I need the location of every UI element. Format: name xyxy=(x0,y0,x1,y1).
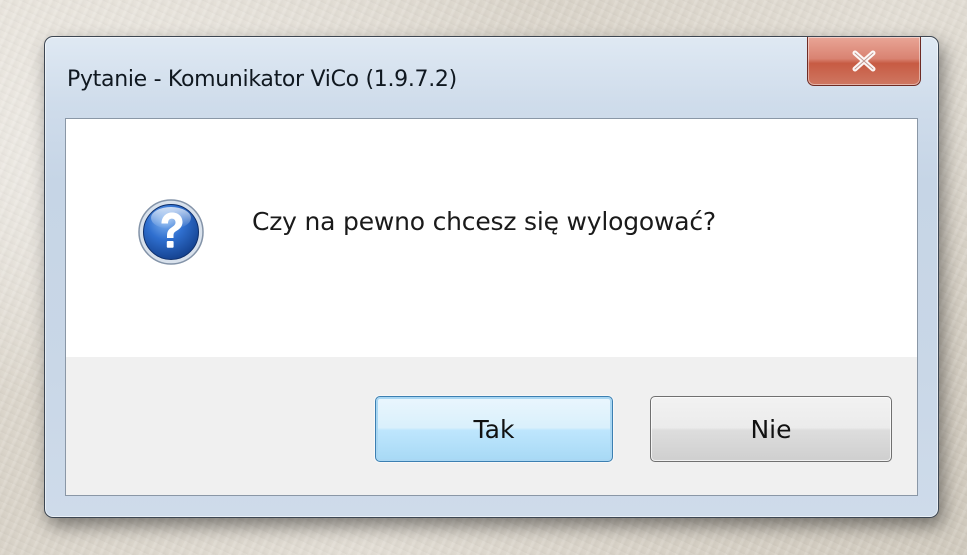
question-icon xyxy=(138,199,204,265)
yes-button[interactable]: Tak xyxy=(375,396,613,462)
no-button-label: Nie xyxy=(750,414,792,444)
title-bar[interactable]: Pytanie - Komunikator ViCo (1.9.7.2) xyxy=(45,37,938,117)
close-button[interactable] xyxy=(807,37,921,86)
message-text: Czy na pewno chcesz się wylogować? xyxy=(252,207,716,236)
message-panel: Czy na pewno chcesz się wylogować? xyxy=(66,119,917,357)
close-icon xyxy=(852,50,876,72)
dialog-window: Pytanie - Komunikator ViCo (1.9.7.2) Czy… xyxy=(44,36,939,518)
yes-button-label: Tak xyxy=(473,414,515,444)
dialog-content: Czy na pewno chcesz się wylogować? Tak N… xyxy=(65,118,918,496)
window-title: Pytanie - Komunikator ViCo (1.9.7.2) xyxy=(67,67,457,92)
no-button[interactable]: Nie xyxy=(650,396,892,462)
